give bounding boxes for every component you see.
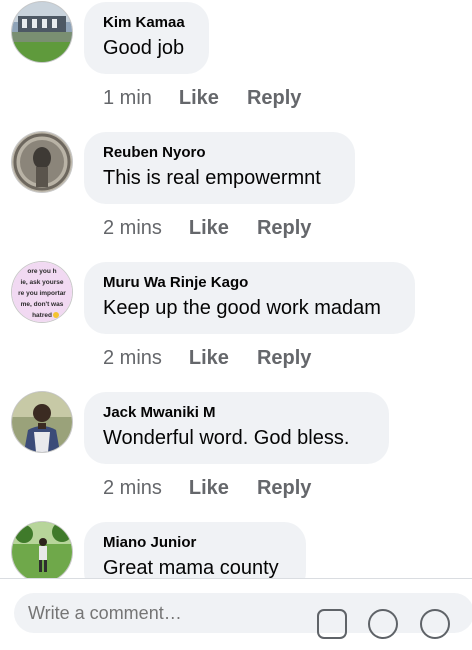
svg-text:ore you h: ore you h: [27, 268, 56, 275]
avatar[interactable]: ore you h ie, ask yourse re you importar…: [12, 262, 72, 322]
avatar-photo: ore you h ie, ask yourse re you importar…: [12, 262, 72, 322]
svg-text:re you importar: re you importar: [18, 290, 66, 297]
comment-timestamp[interactable]: 2 mins: [103, 477, 162, 500]
comment-bubble: Jack Mwaniki M Wonderful word. God bless…: [84, 392, 389, 464]
comment-timestamp[interactable]: 2 mins: [103, 347, 162, 370]
comment-input[interactable]: [14, 593, 472, 633]
comment-actions: 2 mins Like Reply: [103, 214, 311, 242]
comment-text: Keep up the good work madam: [103, 297, 381, 319]
comment-author[interactable]: Muru Wa Rinje Kago: [103, 274, 395, 292]
reply-button[interactable]: Reply: [257, 217, 311, 240]
svg-text:ie, ask yourse: ie, ask yourse: [21, 279, 64, 286]
reply-button[interactable]: Reply: [247, 87, 301, 110]
comment-author[interactable]: Reuben Nyoro: [103, 144, 335, 162]
comment-composer: [0, 578, 472, 639]
comment-author[interactable]: Miano Junior: [103, 534, 286, 552]
comment-actions: 2 mins Like Reply: [103, 344, 311, 372]
comment-item: Reuben Nyoro This is real empowermnt 2 m…: [0, 130, 472, 260]
comment-bubble: Muru Wa Rinje Kago Keep up the good work…: [84, 262, 415, 334]
comment-text: Wonderful word. God bless.: [103, 427, 350, 449]
like-button[interactable]: Like: [179, 87, 219, 110]
comment-actions: 2 mins Like Reply: [103, 474, 311, 502]
reply-button[interactable]: Reply: [257, 347, 311, 370]
comment-author[interactable]: Kim Kamaa: [103, 14, 189, 32]
comment-text: Good job: [103, 37, 185, 59]
avatar[interactable]: [12, 132, 72, 192]
like-button[interactable]: Like: [189, 347, 229, 370]
comment-timestamp[interactable]: 1 min: [103, 87, 152, 110]
comment-actions: 1 min Like Reply: [103, 84, 301, 112]
svg-text:hatred: hatred: [32, 312, 52, 319]
avatar-photo: [12, 392, 72, 452]
avatar-photo: [12, 132, 72, 192]
avatar-photo: [12, 2, 72, 62]
like-button[interactable]: Like: [189, 217, 229, 240]
reply-button[interactable]: Reply: [257, 477, 311, 500]
sticker-icon[interactable]: [317, 609, 347, 639]
avatar[interactable]: [12, 522, 72, 582]
avatar-photo: [12, 522, 72, 582]
comment-item: Jack Mwaniki M Wonderful word. God bless…: [0, 390, 472, 520]
comment-author[interactable]: Jack Mwaniki M: [103, 404, 369, 422]
gif-icon[interactable]: [420, 609, 450, 639]
comment-timestamp[interactable]: 2 mins: [103, 217, 162, 240]
comment-item: ore you h ie, ask yourse re you importar…: [0, 260, 472, 390]
comment-bubble: Kim Kamaa Good job: [84, 2, 209, 74]
avatar[interactable]: [12, 392, 72, 452]
like-button[interactable]: Like: [189, 477, 229, 500]
svg-text:me, don't was: me, don't was: [21, 301, 64, 308]
comment-text: This is real empowermnt: [103, 167, 321, 189]
avatar[interactable]: [12, 2, 72, 62]
comment-bubble: Reuben Nyoro This is real empowermnt: [84, 132, 355, 204]
emoji-icon[interactable]: [368, 609, 398, 639]
comment-item: Kim Kamaa Good job 1 min Like Reply: [0, 0, 472, 130]
